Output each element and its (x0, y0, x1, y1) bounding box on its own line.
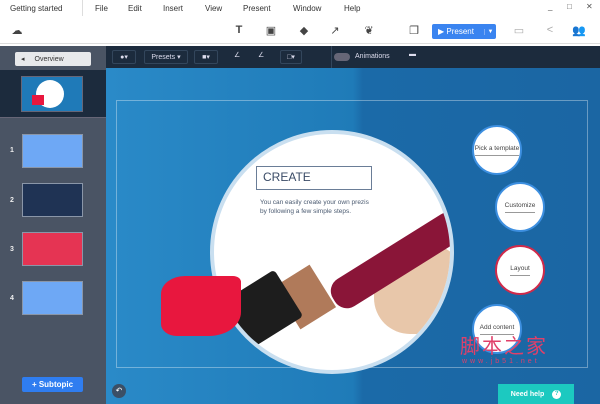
shapes-icon[interactable]: ◆ (297, 24, 311, 37)
bubble-label: Layout (510, 265, 530, 276)
present-button[interactable]: ▶ Present ▼ (432, 24, 496, 39)
menu-bar: Getting started File Edit Insert View Pr… (0, 0, 600, 16)
bubble-pick-template[interactable]: Pick a template (472, 125, 522, 175)
animations-label: Animations (355, 53, 390, 60)
present-remotely-icon[interactable]: ▭ (512, 24, 526, 37)
overview-label: Overview (34, 55, 64, 63)
need-help-label: Need help (510, 390, 545, 398)
slide-thumbnail-1[interactable] (22, 134, 83, 168)
add-subtopic-button[interactable]: + Subtopic (22, 377, 83, 392)
share-icon[interactable]: < (543, 24, 557, 36)
slide-number: 3 (10, 246, 14, 253)
slide-thumbnail-3[interactable] (22, 232, 83, 266)
edit-toolbar: ●▾ Presets ▾ ■▾ ∠ ∠ □▾ Animations ▬ (106, 46, 600, 68)
present-dropdown[interactable]: ▼ (484, 28, 496, 35)
presets-dropdown[interactable]: Presets ▾ (144, 50, 188, 64)
frame-type-dropdown[interactable]: ●▾ (112, 50, 136, 64)
bubble-label: Customize (504, 202, 536, 213)
animations-toggle[interactable] (334, 53, 350, 61)
topic-circle[interactable]: CREATE You can easily create your own pr… (210, 130, 454, 374)
comments-icon[interactable]: ❐ (407, 24, 421, 37)
overview-button[interactable]: ◂ Overview (15, 52, 91, 66)
slide-thumbnail-2[interactable] (22, 183, 83, 217)
help-icon: ? (552, 389, 562, 399)
menu-edit[interactable]: Edit (128, 4, 142, 13)
toolbar: ☁ T ▣ ◆ ↗ ❦ ❐ ▶ Present ▼ ▭ < 👥 (0, 18, 600, 44)
slide-number: 1 (10, 147, 14, 154)
cloud-sync-icon[interactable]: ☁ (10, 24, 24, 37)
image-icon[interactable]: ▣ (264, 24, 278, 37)
menu-help[interactable]: Help (344, 4, 360, 13)
menu-window[interactable]: Window (293, 4, 321, 13)
arrow-icon[interactable]: ↗ (328, 24, 342, 37)
border-width-icon[interactable]: ∠ (258, 51, 264, 59)
undo-back-button[interactable]: ↶ (112, 384, 126, 398)
style-leaf-icon[interactable]: ❦ (362, 24, 376, 37)
menu-insert[interactable]: Insert (163, 4, 183, 13)
menu-view[interactable]: View (205, 4, 222, 13)
app-title: Getting started (10, 3, 63, 13)
present-label: Present (446, 27, 474, 36)
close-button[interactable]: ✕ (586, 2, 593, 11)
slide-title[interactable]: CREATE (256, 166, 372, 190)
watermark-url: www.jb51.net (462, 358, 540, 365)
comment-icon[interactable]: ▬ (409, 51, 416, 58)
text-icon[interactable]: T (232, 24, 246, 36)
bubble-customize[interactable]: Customize (495, 182, 545, 232)
slide-description[interactable]: You can easily create your own prezis by… (260, 198, 370, 216)
maximize-button[interactable]: □ (567, 2, 572, 11)
need-help-button[interactable]: Need help ? (498, 384, 574, 404)
border-style-icon[interactable]: ∠ (234, 51, 240, 59)
canvas[interactable]: CREATE You can easily create your own pr… (106, 68, 600, 404)
border-dropdown[interactable]: □▾ (280, 50, 302, 64)
menu-file[interactable]: File (95, 4, 108, 13)
bubble-label: Pick a template (474, 145, 520, 156)
color-dropdown[interactable]: ■▾ (194, 50, 218, 64)
slide-number: 2 (10, 197, 14, 204)
minimize-button[interactable]: _ (548, 2, 552, 11)
menu-present[interactable]: Present (243, 4, 271, 13)
collaborators-icon[interactable]: 👥 (572, 24, 586, 37)
paint-stroke (161, 276, 241, 336)
bubble-layout[interactable]: Layout (495, 245, 545, 295)
overview-thumbnail[interactable] (0, 70, 106, 118)
slide-thumbnail-4[interactable] (22, 281, 83, 315)
slide-number: 4 (10, 295, 14, 302)
sidebar: ◂ Overview 1 2 3 4 + Subtopic (0, 46, 106, 404)
watermark: 脚本之家 (460, 334, 548, 358)
back-icon: ◂ (21, 56, 25, 63)
